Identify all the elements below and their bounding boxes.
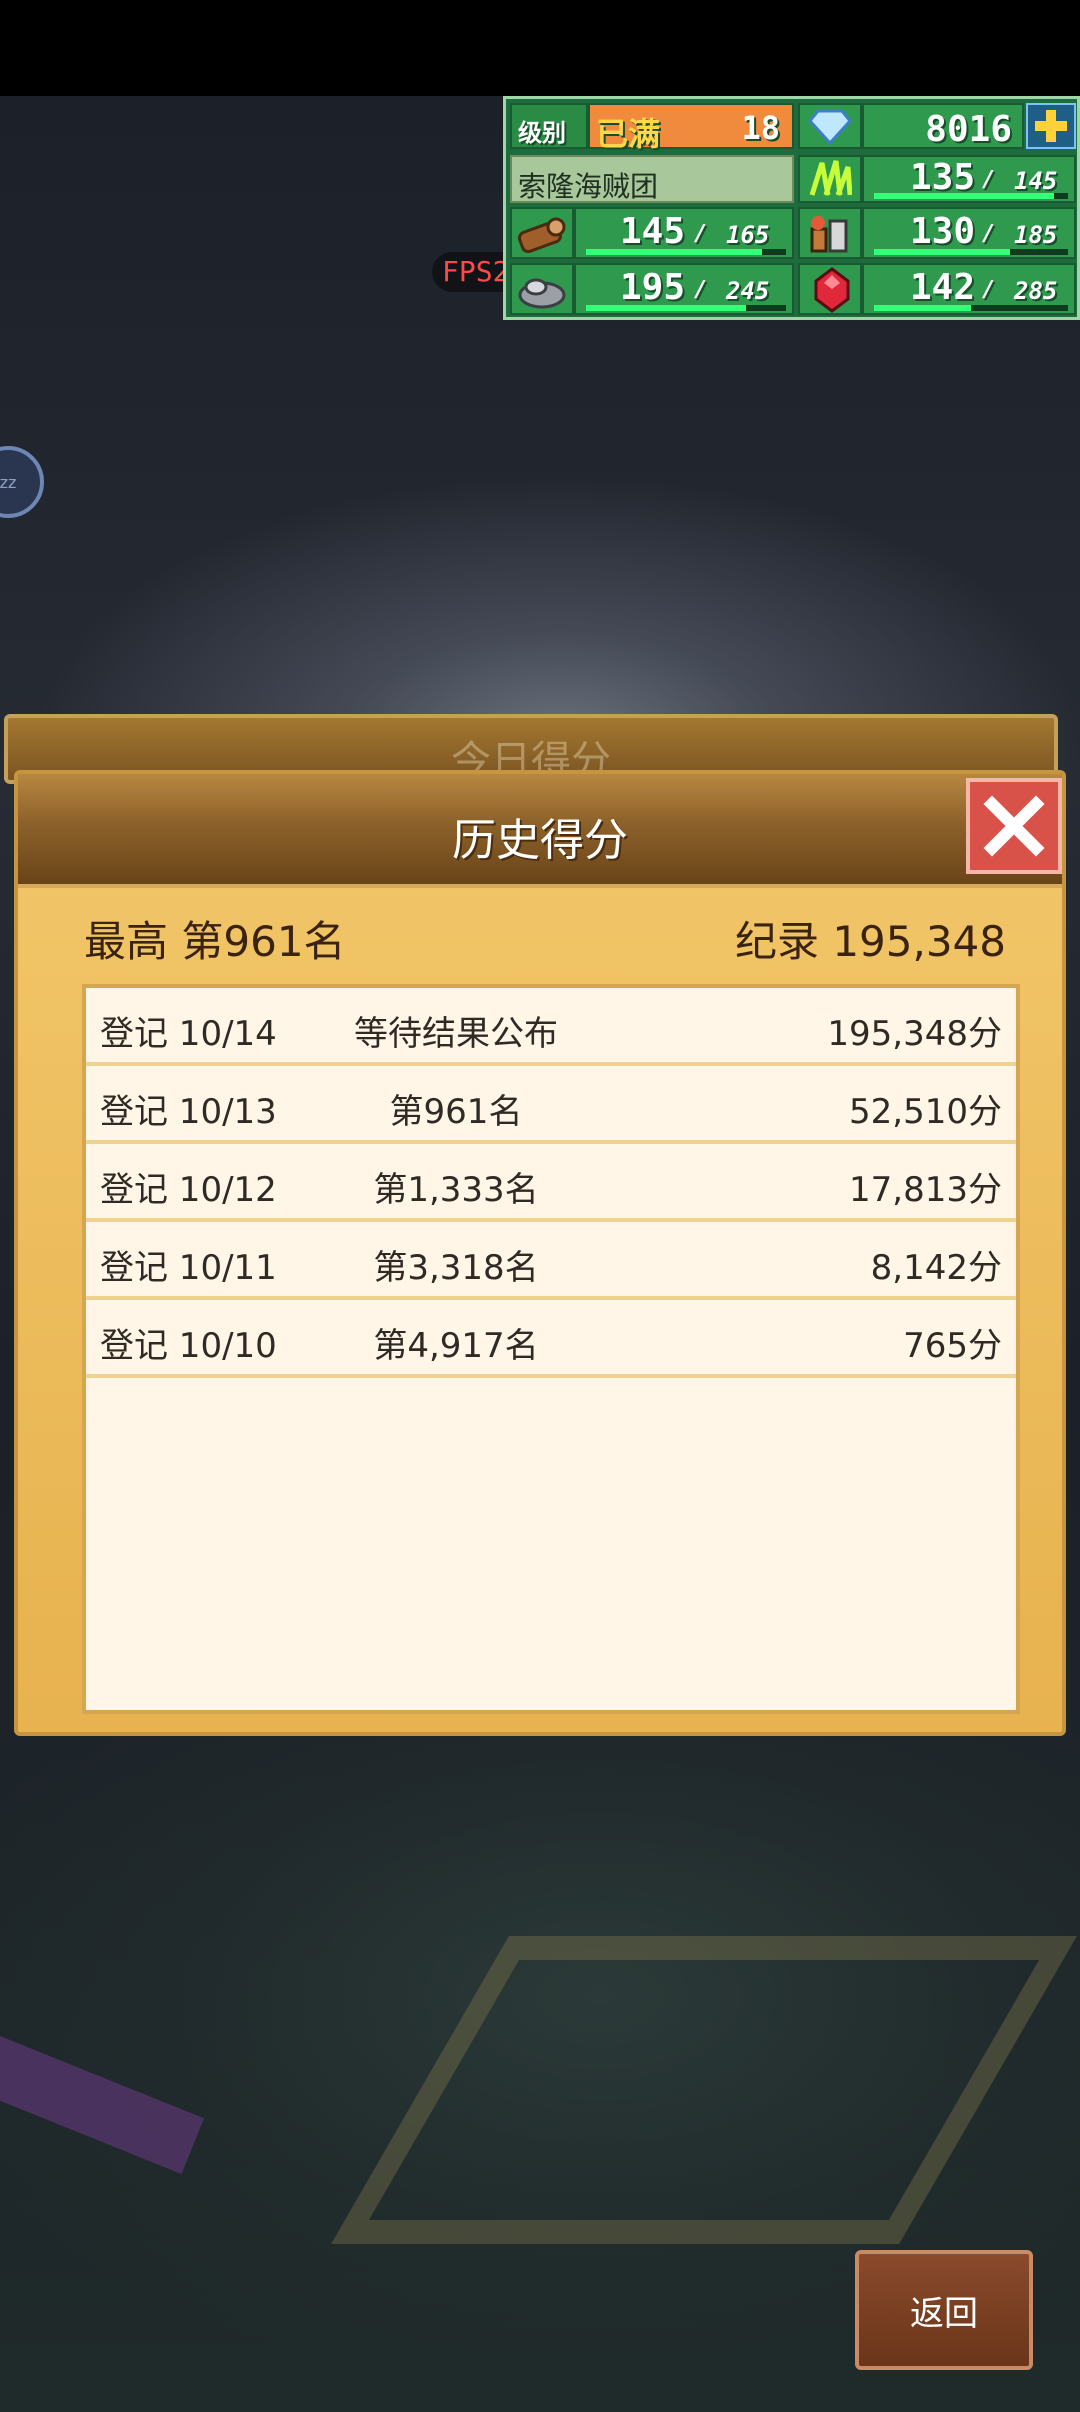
ruby-icon	[814, 267, 850, 313]
map-stripe	[0, 2036, 204, 2175]
status-bar	[0, 0, 1080, 96]
food-bar-fill	[874, 249, 1010, 255]
best-rank-value: 第961名	[181, 917, 346, 966]
ruby-bar-fill	[874, 305, 971, 311]
wood-current: 145	[620, 211, 686, 252]
row-score: 52,510分	[849, 1092, 1002, 1132]
level-label: 级别	[518, 119, 566, 147]
table-row: 登记 10/13 第961名 52,510分	[86, 1066, 1016, 1144]
food-icon-cell	[798, 207, 862, 259]
row-score: 17,813分	[849, 1170, 1002, 1210]
team-name: 索隆海贼团	[518, 170, 659, 203]
panel-header: 历史得分	[18, 774, 1062, 888]
resource-hud: 级别 已满 18 8016 索隆海贼团 135 / 145 145 / 165 …	[503, 96, 1080, 320]
row-score: 8,142分	[870, 1248, 1002, 1288]
table-row: 登记 10/12 第1,333名 17,813分	[86, 1144, 1016, 1222]
row-date: 登记 10/11	[100, 1248, 277, 1288]
grass-separator: /	[982, 167, 996, 192]
ore-current: 195	[620, 267, 686, 308]
row-status: 第3,318名	[373, 1248, 539, 1288]
gem-count: 8016	[925, 109, 1012, 150]
history-score-panel: 历史得分 最高 第961名 纪录 195,348 登记 10/14 等待结果公布…	[14, 770, 1066, 1736]
team-name-cell: 索隆海贼团	[510, 155, 794, 203]
table-row: 登记 10/14 等待结果公布 195,348分	[86, 988, 1016, 1066]
ore-icon	[518, 278, 566, 309]
table-row: 登记 10/10 第4,917名 765分	[86, 1300, 1016, 1378]
table-row: 登记 10/11 第3,318名 8,142分	[86, 1222, 1016, 1300]
ore-bar	[586, 305, 786, 311]
wood-icon	[517, 217, 566, 253]
row-date: 登记 10/10	[100, 1326, 277, 1366]
back-button[interactable]: 返回	[855, 2250, 1033, 2370]
history-table: 登记 10/14 等待结果公布 195,348分 登记 10/13 第961名 …	[82, 984, 1020, 1714]
wood-bar-fill	[586, 249, 762, 255]
ore-icon-cell	[510, 263, 574, 315]
row-date: 登记 10/12	[100, 1170, 277, 1210]
wood-icon-cell	[510, 207, 574, 259]
close-button[interactable]	[966, 778, 1062, 874]
level-status-cell: 已满 18	[588, 103, 794, 153]
food-stat-cell: 130 / 185	[862, 207, 1076, 259]
grass-current: 135	[910, 157, 976, 198]
food-current: 130	[910, 211, 976, 252]
food-separator: /	[982, 221, 996, 246]
wood-bar	[586, 249, 786, 255]
plus-button[interactable]	[1026, 103, 1076, 149]
row-status: 第961名	[389, 1092, 523, 1132]
ruby-max: 285	[1014, 277, 1058, 305]
ore-stat-cell: 195 / 245	[574, 263, 794, 315]
grass-stat-cell: 135 / 145	[862, 155, 1076, 203]
row-date: 登记 10/14	[100, 1014, 277, 1054]
wood-max: 165	[726, 221, 770, 249]
best-rank: 最高 第961名	[84, 908, 346, 969]
ore-separator: /	[694, 277, 708, 302]
ore-bar-fill	[586, 305, 746, 311]
record-label: 纪录	[734, 917, 819, 966]
grass-icon-cell	[798, 155, 862, 203]
panel-title: 历史得分	[452, 815, 628, 866]
row-score: 195,348分	[827, 1014, 1002, 1054]
gem-count-cell: 8016	[862, 103, 1024, 150]
ruby-stat-cell: 142 / 285	[862, 263, 1076, 315]
level-value: 18	[741, 109, 780, 147]
food-icon	[810, 216, 848, 253]
wood-stat-cell: 145 / 165	[574, 207, 794, 259]
map-road	[331, 1936, 1077, 2244]
food-bar	[874, 249, 1068, 255]
ruby-separator: /	[982, 277, 996, 302]
grass-icon	[809, 160, 852, 196]
level-status: 已满	[596, 115, 661, 153]
diamond-icon	[808, 109, 852, 145]
grass-bar-fill	[874, 193, 1055, 199]
grass-max: 145	[1014, 167, 1058, 195]
best-label: 最高	[84, 917, 169, 966]
ruby-bar	[874, 305, 1068, 311]
row-date: 登记 10/13	[100, 1092, 277, 1132]
gem-icon-cell	[798, 103, 862, 149]
row-status: 第4,917名	[373, 1326, 539, 1366]
food-max: 185	[1014, 221, 1058, 249]
wood-separator: /	[694, 221, 708, 246]
close-icon	[983, 795, 1045, 857]
row-score: 765分	[903, 1326, 1002, 1366]
record: 纪录 195,348	[735, 908, 1006, 969]
ruby-current: 142	[910, 267, 976, 308]
ruby-icon-cell	[798, 263, 862, 315]
summary-row: 最高 第961名 纪录 195,348	[84, 908, 1006, 968]
row-status: 等待结果公布	[354, 1014, 558, 1054]
ore-max: 245	[726, 277, 770, 305]
row-status: 第1,333名	[373, 1170, 539, 1210]
level-badge: 级别	[510, 103, 588, 149]
record-value: 195,348	[832, 917, 1006, 966]
plus-icon	[1035, 110, 1067, 142]
grass-bar	[874, 193, 1068, 199]
